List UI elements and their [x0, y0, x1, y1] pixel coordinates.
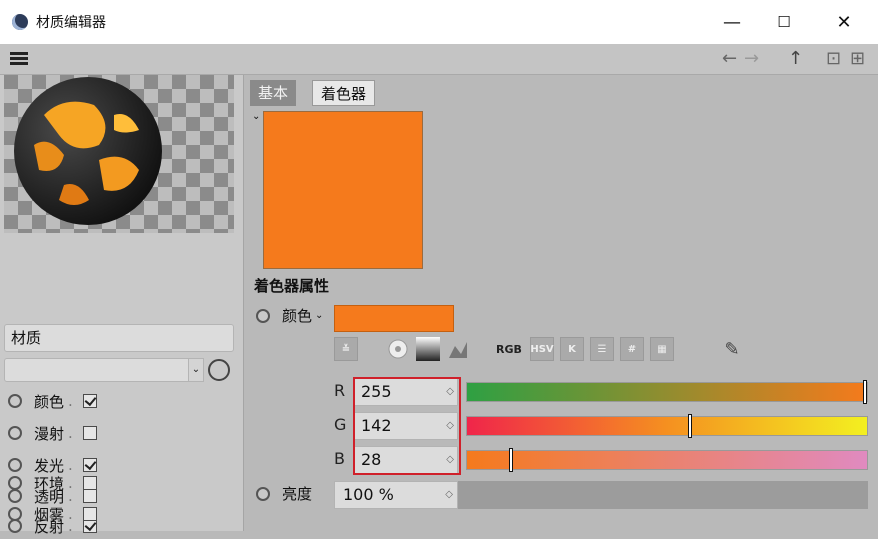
radio-icon[interactable]: [8, 476, 22, 490]
r-slider[interactable]: [466, 380, 868, 404]
brightness-slider[interactable]: [458, 481, 868, 509]
spectrum-icon[interactable]: [416, 337, 440, 361]
toolbar: ← → ↑ ⊡ ⊞: [0, 44, 878, 75]
color-mode-bar: ≚ RGB HSV K ☰ # ▦ ✎: [334, 336, 750, 362]
rgb-mode-button[interactable]: RGB: [494, 337, 524, 361]
radio-icon[interactable]: [256, 308, 270, 323]
color-label: 颜色: [282, 307, 313, 325]
chevron-down-icon[interactable]: ⌄: [188, 358, 204, 382]
g-slider[interactable]: [466, 414, 868, 438]
up-arrow-icon[interactable]: ↑: [788, 48, 803, 70]
checkbox-color[interactable]: [82, 394, 97, 408]
channel-environment[interactable]: 环境.: [8, 470, 97, 496]
g-slider-handle[interactable]: [687, 414, 692, 438]
section-title: 着色器属性: [254, 277, 330, 295]
b-slider-handle[interactable]: [509, 448, 513, 472]
checkbox-diffuse[interactable]: [82, 426, 97, 440]
hsv-mode-button[interactable]: HSV: [530, 337, 554, 361]
radio-icon[interactable]: [8, 507, 22, 521]
checkbox-environment[interactable]: [82, 476, 97, 490]
forward-arrow-icon[interactable]: →: [744, 48, 759, 70]
brightness-field[interactable]: 100 % ◇: [334, 481, 458, 509]
color-wheel-icon[interactable]: [386, 337, 410, 361]
close-button[interactable]: ✕: [818, 6, 870, 38]
checkbox-fog[interactable]: [82, 507, 97, 521]
material-name-field[interactable]: 材质: [4, 324, 234, 352]
radio-icon[interactable]: [8, 394, 22, 408]
highlight-box: [353, 377, 461, 475]
back-arrow-icon[interactable]: ←: [722, 48, 737, 70]
radio-icon[interactable]: [256, 486, 270, 501]
b-slider[interactable]: [466, 448, 868, 472]
left-panel: 材质 ⌄ 颜色. 漫射. 发光. 透明. 反射.: [0, 75, 244, 536]
radio-icon[interactable]: [8, 426, 22, 440]
color-swatch[interactable]: [334, 305, 454, 332]
tab-shader[interactable]: 着色器: [312, 80, 376, 106]
channel-fog[interactable]: 烟雾.: [8, 501, 97, 527]
channel-label: 漫射: [34, 424, 65, 443]
g-label: G: [334, 415, 347, 434]
hex-mode-button[interactable]: #: [620, 337, 644, 361]
eyedropper-icon[interactable]: ✎: [720, 337, 744, 361]
app-icon: [12, 14, 28, 30]
minimize-button[interactable]: —: [706, 6, 758, 38]
channel-label: 环境: [34, 474, 65, 493]
sliders-icon[interactable]: ☰: [590, 337, 614, 361]
brightness-value: 100 %: [343, 485, 394, 504]
window-title: 材质编辑器: [36, 15, 106, 31]
right-panel: 基本 着色器 ⌄ 着色器属性 颜色 ⌄ ≚ RGB HSV K ☰ # ▦ ✎ …: [244, 75, 878, 531]
brightness-label: 亮度: [282, 485, 313, 503]
lock-icon[interactable]: ⊡: [826, 48, 841, 70]
tab-basic[interactable]: 基本: [250, 80, 297, 106]
layer-dropdown[interactable]: ⌄: [4, 358, 204, 382]
title-bar: 材质编辑器 — ☐ ✕: [0, 0, 878, 44]
stepper-icon[interactable]: ◇: [445, 482, 453, 508]
color-property-row: 颜色 ⌄: [256, 305, 323, 326]
channel-label: 颜色: [34, 392, 65, 411]
kelvin-mode-button[interactable]: K: [560, 337, 584, 361]
color-preview-swatch: [263, 111, 423, 269]
collapse-caret-icon[interactable]: ⌄: [252, 111, 260, 122]
chevron-down-icon[interactable]: ⌄: [315, 310, 323, 321]
maximize-button[interactable]: ☐: [758, 6, 810, 38]
channel-diffuse[interactable]: 漫射.: [8, 420, 97, 446]
new-panel-icon[interactable]: ⊞: [850, 48, 865, 70]
brightness-row: 亮度: [256, 483, 312, 504]
material-preview[interactable]: [4, 75, 234, 233]
r-label: R: [334, 381, 346, 400]
picker-icon[interactable]: [208, 359, 230, 381]
channel-color[interactable]: 颜色.: [8, 388, 97, 414]
r-slider-handle[interactable]: [863, 380, 867, 404]
menu-icon[interactable]: [10, 52, 28, 66]
mixer-icon[interactable]: ≚: [334, 337, 358, 361]
channel-label: 烟雾: [34, 505, 65, 524]
image-icon[interactable]: [446, 337, 470, 361]
swatch-grid-icon[interactable]: ▦: [650, 337, 674, 361]
b-label: B: [334, 449, 345, 468]
